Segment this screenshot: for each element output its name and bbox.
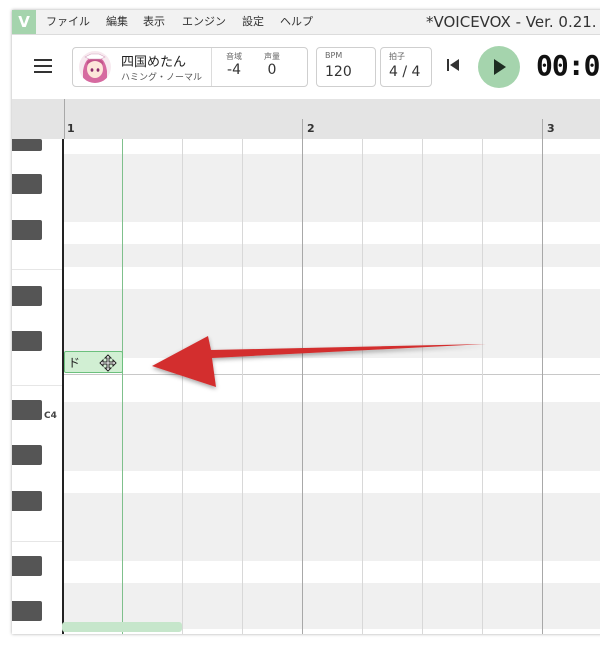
grid-row <box>64 199 600 222</box>
measure-line <box>542 139 543 634</box>
black-key[interactable] <box>12 286 42 306</box>
bpm-value: 120 <box>325 64 352 80</box>
grid-row <box>64 583 600 606</box>
app-logo: V <box>12 10 36 34</box>
move-cursor-icon <box>99 354 117 372</box>
black-key[interactable] <box>12 601 42 621</box>
black-key[interactable] <box>12 174 42 194</box>
grid-row <box>64 402 600 425</box>
black-key[interactable] <box>12 139 42 151</box>
grid-row <box>64 154 600 177</box>
c4-key-label: C4 <box>44 411 57 421</box>
beat-line <box>362 139 363 634</box>
white-key-divider <box>12 541 62 542</box>
menu-view[interactable]: 表示 <box>143 10 165 34</box>
score-editor: 1 2 3 C4 ド <box>12 99 600 634</box>
ruler-tick <box>542 119 543 139</box>
black-key[interactable] <box>12 445 42 465</box>
white-key-divider <box>12 385 62 386</box>
beat-line <box>242 139 243 634</box>
bpm-field[interactable]: BPM 120 <box>316 47 376 87</box>
black-key[interactable] <box>12 220 42 240</box>
grid-row <box>64 538 600 561</box>
measure-number: 1 <box>67 122 75 135</box>
white-key-divider <box>12 269 62 270</box>
black-key[interactable] <box>12 331 42 351</box>
ruler-tick <box>64 99 65 139</box>
grid-row <box>64 176 600 199</box>
menubar: V ファイル 編集 表示 エンジン 設定 ヘルプ *VOICEVOX - Ver… <box>12 10 600 35</box>
playback-time: 00:0 <box>536 49 600 82</box>
bpm-label: BPM <box>325 51 343 60</box>
skip-to-start-icon[interactable] <box>445 57 461 73</box>
ruler-tick <box>302 119 303 139</box>
black-key[interactable] <box>12 400 42 420</box>
black-key[interactable] <box>12 491 42 511</box>
singer-divider <box>211 48 212 86</box>
singer-avatar <box>79 51 111 83</box>
time-signature-label: 拍子 <box>389 52 405 61</box>
black-key[interactable] <box>12 556 42 576</box>
note-grid[interactable]: ド <box>64 139 600 634</box>
measure-number: 3 <box>547 122 555 135</box>
menu-edit[interactable]: 編集 <box>106 10 128 34</box>
volume-value: 0 <box>267 62 277 78</box>
window-title: *VOICEVOX - Ver. 0.21. <box>426 13 597 31</box>
singer-name: 四国めたん <box>121 55 187 70</box>
menu-file[interactable]: ファイル <box>46 10 90 34</box>
toolbar: 四国めたん ハミング・ノーマル 音域 -4 声量 0 BPM 120 拍子 4 … <box>12 35 600 99</box>
pitch-range-field[interactable]: 音域 -4 <box>219 51 249 78</box>
grid-row <box>64 493 600 516</box>
piano-keyboard[interactable]: C4 <box>12 139 64 634</box>
singer-style: ハミング・ノーマル <box>121 73 203 83</box>
measure-line <box>302 139 303 634</box>
play-icon <box>494 59 506 75</box>
time-signature-value: 4 / 4 <box>389 64 421 80</box>
app-window: V ファイル 編集 表示 エンジン 設定 ヘルプ *VOICEVOX - Ver… <box>12 10 600 634</box>
pitch-range-value: -4 <box>227 62 241 78</box>
grid-row <box>64 335 600 358</box>
volume-field[interactable]: 声量 0 <box>257 51 287 78</box>
time-signature-field[interactable]: 拍子 4 / 4 <box>380 47 432 87</box>
menu-help[interactable]: ヘルプ <box>280 10 313 34</box>
play-button[interactable] <box>478 46 520 88</box>
menu-engine[interactable]: エンジン <box>182 10 226 34</box>
grid-row <box>64 312 600 335</box>
grid-row <box>64 425 600 448</box>
grid-row <box>64 448 600 471</box>
hamburger-menu-icon[interactable] <box>34 59 52 73</box>
note-lyric: ド <box>68 356 81 370</box>
pitch-range-label: 音域 <box>226 52 242 61</box>
playhead[interactable] <box>122 139 123 634</box>
volume-label: 声量 <box>264 52 280 61</box>
horizontal-scrollbar[interactable] <box>62 622 182 632</box>
beat-line <box>482 139 483 634</box>
grid-row <box>64 289 600 312</box>
beat-line <box>422 139 423 634</box>
note-block[interactable]: ド <box>64 351 123 373</box>
grid-row <box>64 516 600 539</box>
singer-selector[interactable]: 四国めたん ハミング・ノーマル 音域 -4 声量 0 <box>72 47 308 87</box>
measure-ruler[interactable]: 1 2 3 <box>12 99 600 139</box>
menu-settings[interactable]: 設定 <box>242 10 264 34</box>
c4-grid-line <box>64 374 600 375</box>
grid-row <box>64 244 600 267</box>
measure-number: 2 <box>307 122 315 135</box>
beat-line <box>182 139 183 634</box>
